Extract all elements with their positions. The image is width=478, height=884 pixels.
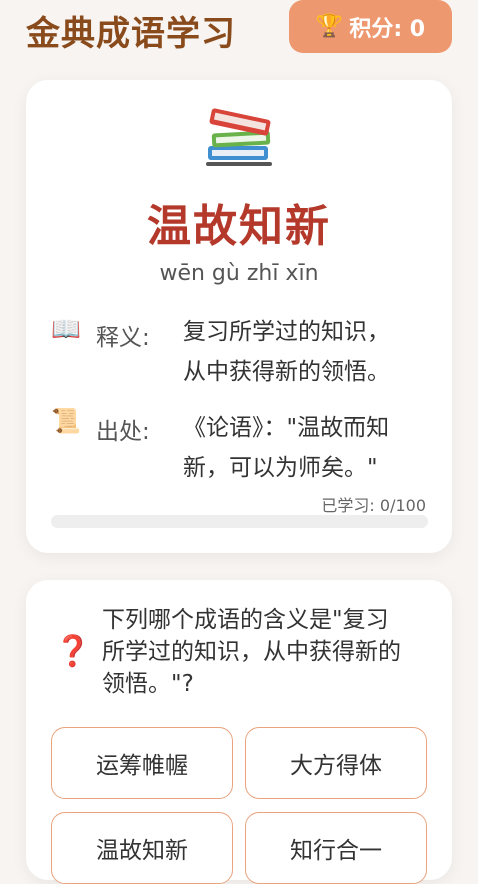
header: 金典成语学习 🏆 积分: 0 — [0, 0, 478, 62]
scroll-icon: 📜 — [51, 407, 81, 435]
score-badge[interactable]: 🏆 积分: 0 — [289, 0, 452, 53]
books-icon — [206, 108, 272, 166]
source-line: 《论语》："温故而知 — [183, 415, 390, 441]
trophy-icon: 🏆 — [315, 14, 344, 39]
pinyin: wēn gù zhī xīn — [159, 261, 319, 286]
question-line: 所学过的知识，从中获得新的 — [102, 639, 401, 665]
question-line: 领悟。"? — [102, 671, 194, 697]
idiom-text: 温故知新 — [147, 201, 331, 252]
progress-bar — [51, 515, 428, 528]
option-button[interactable]: 运筹帷幄 — [51, 727, 233, 799]
meaning-line: 从中获得新的领悟。 — [183, 359, 390, 385]
progress-label: 已学习: 0/100 — [321, 496, 426, 515]
source-line: 新，可以为师矣。" — [183, 455, 378, 481]
source-label: 出处: — [96, 419, 150, 445]
meaning-line: 复习所学过的知识， — [183, 319, 390, 345]
question-line: 下列哪个成语的含义是"复习 — [102, 607, 389, 633]
meaning-text: 复习所学过的知识， 从中获得新的领悟。 — [183, 312, 433, 392]
option-button[interactable]: 温故知新 — [51, 812, 233, 884]
option-button[interactable]: 大方得体 — [245, 727, 427, 799]
source-text: 《论语》："温故而知 新，可以为师矣。" — [183, 408, 433, 488]
question-text: 下列哪个成语的含义是"复习 所学过的知识，从中获得新的 领悟。"? — [102, 604, 432, 700]
option-button[interactable]: 知行合一 — [245, 812, 427, 884]
score-label: 积分: 0 — [349, 16, 426, 42]
open-book-icon: 📖 — [51, 315, 81, 343]
app-title: 金典成语学习 — [26, 14, 236, 54]
quiz-card: ❓ 下列哪个成语的含义是"复习 所学过的知识，从中获得新的 领悟。"? 运筹帷幄… — [26, 580, 452, 884]
question-mark-icon: ❓ — [54, 634, 92, 669]
meaning-label: 释义: — [96, 325, 150, 351]
idiom-card: 温故知新 wēn gù zhī xīn 📖 释义: 复习所学过的知识， 从中获得… — [26, 80, 452, 553]
